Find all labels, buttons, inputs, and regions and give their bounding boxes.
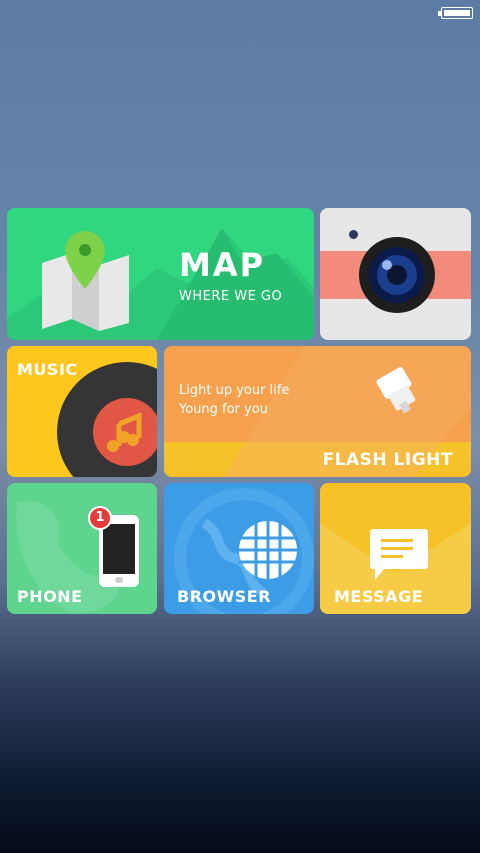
message-title: MESSAGE xyxy=(334,587,424,606)
phone-title: PHONE xyxy=(17,587,83,606)
flashlight-tile[interactable]: Light up your life Young for you FLASH L… xyxy=(164,346,471,477)
music-title: MUSIC xyxy=(17,360,78,379)
notification-badge: 1 xyxy=(88,506,112,530)
phone-tile[interactable]: 1 PHONE xyxy=(7,483,157,614)
flashlight-line-1: Light up your life xyxy=(179,383,290,398)
map-tile[interactable]: MAP WHERE WE GO xyxy=(7,208,314,340)
flashlight-line-2: Young for you xyxy=(179,402,268,417)
chat-bubble-icon xyxy=(370,529,428,580)
browser-title: BROWSER xyxy=(177,587,272,606)
map-icon xyxy=(42,231,129,331)
map-title: MAP xyxy=(179,246,266,284)
globe-icon xyxy=(239,521,297,579)
browser-tile[interactable]: BROWSER xyxy=(164,483,314,614)
notification-badge-count: 1 xyxy=(95,510,105,525)
flashlight-icon xyxy=(376,367,416,414)
music-tile[interactable]: MUSIC xyxy=(7,346,157,477)
map-subtitle: WHERE WE GO xyxy=(179,289,283,304)
camera-tile[interactable] xyxy=(320,208,471,340)
camera-lens-icon xyxy=(359,237,435,313)
message-tile[interactable]: MESSAGE xyxy=(320,483,471,614)
flashlight-title: FLASH LIGHT xyxy=(322,450,453,470)
battery-icon xyxy=(438,7,473,19)
